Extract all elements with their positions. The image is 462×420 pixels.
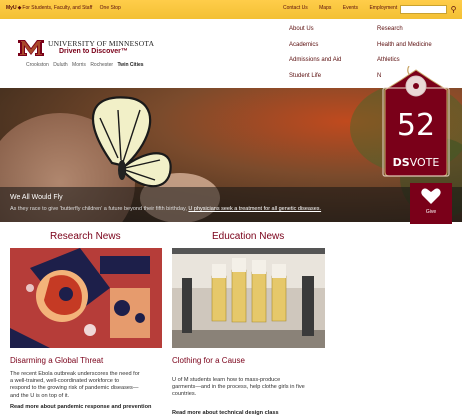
vote-count: 52 — [396, 108, 436, 143]
contact-us-link[interactable]: Contact Us — [283, 5, 308, 11]
research-illustration — [10, 248, 162, 348]
education-news-heading[interactable]: Education News — [212, 231, 284, 242]
employment-link[interactable]: Employment — [369, 5, 397, 11]
nav-admissions[interactable]: Admissions and Aid — [289, 57, 341, 63]
utility-left: MyU◆For Students, Faculty, and Staff One… — [6, 5, 127, 11]
utility-bar: MyU◆For Students, Faculty, and Staff One… — [0, 0, 462, 19]
maps-link[interactable]: Maps — [319, 5, 331, 11]
campus-twin-cities[interactable]: Twin Cities — [118, 62, 144, 68]
give-label: Give — [425, 209, 437, 215]
education-read-more-link[interactable]: Read more about technical design class — [172, 410, 279, 416]
hero-link[interactable]: U physicians seek a treatment for all ge… — [188, 206, 321, 212]
research-story-title[interactable]: Disarming a Global Threat — [10, 356, 103, 365]
search-icon[interactable]: ⚲ — [448, 4, 459, 15]
nav-about-us[interactable]: About Us — [289, 26, 314, 32]
campus-duluth[interactable]: Duluth — [53, 62, 67, 68]
events-link[interactable]: Events — [343, 5, 358, 11]
university-m-logo[interactable] — [18, 40, 44, 56]
university-name: University of Minnesota — [48, 39, 155, 48]
search-input[interactable] — [400, 5, 447, 14]
campus-crookston[interactable]: Crookston — [26, 62, 49, 68]
nav-research[interactable]: Research — [377, 26, 403, 32]
research-news-heading[interactable]: Research News — [50, 231, 121, 242]
nav-academics[interactable]: Academics — [289, 42, 318, 48]
research-story-text: The recent Ebola outbreak underscores th… — [10, 371, 140, 399]
campus-rochester[interactable]: Rochester — [90, 62, 113, 68]
hero-title[interactable]: We All Would Fly — [10, 194, 63, 201]
education-thumbnail[interactable] — [172, 248, 325, 348]
hero-text: As they race to give 'butterfly children… — [10, 206, 322, 212]
one-stop-link[interactable]: One Stop — [100, 5, 121, 11]
utility-right: Contact Us Maps Events Employment — [283, 5, 407, 11]
home-icon: ◆ — [17, 5, 22, 11]
education-story-text: U of M students learn how to mass-produc… — [172, 377, 305, 398]
campus-list: Crookston Duluth Morris Rochester Twin C… — [26, 62, 147, 68]
education-story-title[interactable]: Clothing for a Cause — [172, 356, 245, 365]
hero-caption-bar — [0, 187, 462, 222]
nav-student-life[interactable]: Student Life — [289, 73, 321, 79]
vote-brand: DSVOTE — [392, 156, 440, 169]
campus-morris[interactable]: Morris — [72, 62, 86, 68]
myu-link[interactable]: MyU◆For Students, Faculty, and Staff — [6, 5, 92, 11]
nav-athletics[interactable]: Athletics — [377, 57, 400, 63]
education-photo — [172, 248, 325, 348]
heart-icon — [421, 188, 441, 204]
give-button[interactable]: Give — [410, 183, 452, 224]
research-read-more-link[interactable]: Read more about pandemic response and pr… — [10, 404, 151, 410]
tagline: Driven to Discover™ — [59, 48, 128, 55]
nav-health[interactable]: Health and Medicine — [377, 42, 432, 48]
research-thumbnail[interactable] — [10, 248, 162, 348]
